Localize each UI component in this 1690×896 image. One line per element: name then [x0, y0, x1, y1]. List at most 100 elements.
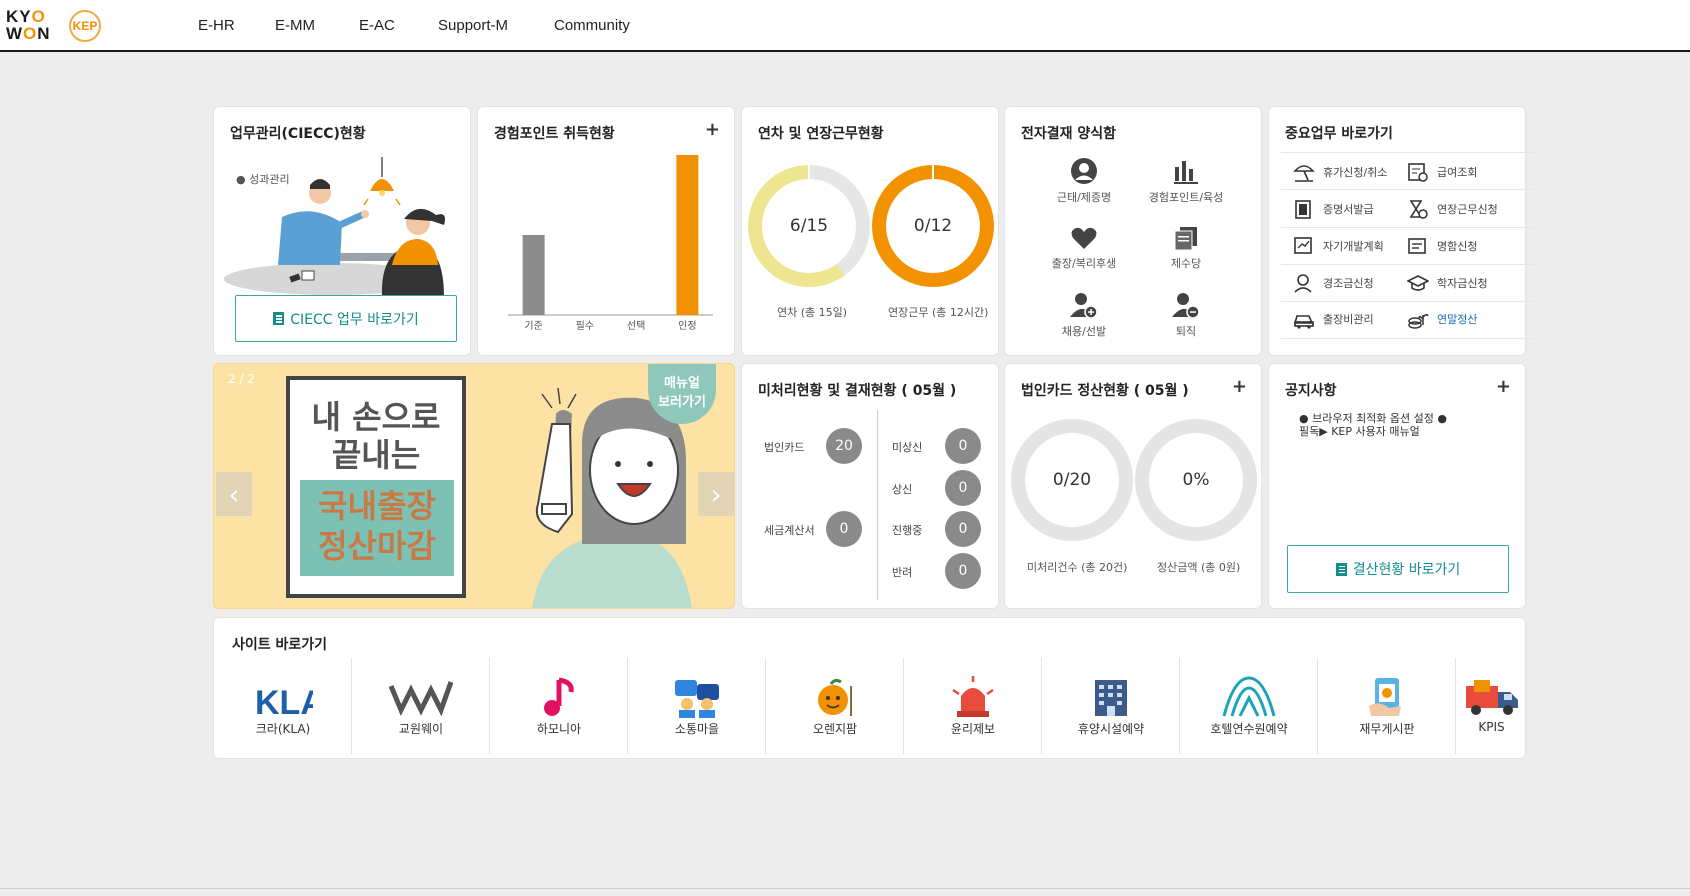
siren-icon	[952, 676, 994, 717]
quick-label: 학자금신청	[1437, 277, 1488, 290]
form-recruitment[interactable]: 채용/선발	[1029, 291, 1139, 339]
orange-mascot-icon	[818, 678, 852, 716]
finance-board-icon	[1369, 678, 1401, 716]
in-progress-count[interactable]: 0	[945, 511, 981, 547]
manual-badge[interactable]: 매뉴얼 보러가기	[648, 364, 716, 424]
unprocessed-count-label: 미처리건수 (총 20건)	[1027, 561, 1128, 574]
meeting-illustration	[224, 157, 445, 297]
site-kyowon-way[interactable]: 교원웨이	[352, 658, 490, 754]
quick-vacation-request[interactable]: 휴가신청/취소	[1293, 162, 1387, 182]
form-label: 경험포인트/육성	[1148, 191, 1224, 204]
logo-line-1: KYO	[6, 7, 46, 26]
site-label: 하모니아	[536, 722, 582, 736]
ciecc-shortcut-button[interactable]: CIECC 업무 바로가기	[235, 295, 457, 342]
experience-points-title: 경험포인트 취득현황	[494, 126, 615, 142]
payslip-icon	[1408, 163, 1428, 182]
not-submitted-count[interactable]: 0	[945, 428, 981, 464]
form-attendance-certificate[interactable]: 근태/제증명	[1029, 157, 1139, 205]
nav-e-hr[interactable]: E-HR	[198, 0, 235, 50]
corp-card-count[interactable]: 20	[826, 428, 862, 464]
notice-item[interactable]: 필독▶ KEP 사용자 매뉴얼	[1299, 423, 1420, 439]
quick-label: 휴가신청/취소	[1323, 166, 1388, 179]
form-label: 제수당	[1170, 257, 1202, 270]
site-finance-board[interactable]: 재무게시판	[1318, 658, 1456, 754]
chart-bar-0	[522, 235, 545, 315]
ciecc-button-label: CIECC 업무 바로가기	[290, 311, 419, 328]
quick-label: 자기개발계획	[1323, 240, 1384, 253]
overtime-donut[interactable]: 0/12	[872, 165, 994, 287]
nav-e-mm[interactable]: E-MM	[275, 0, 315, 50]
kep-logo[interactable]: KEP	[69, 10, 101, 42]
site-label: 교원웨이	[398, 722, 444, 736]
delivery-truck-icon	[1465, 680, 1518, 715]
quick-label: 경조금신청	[1323, 277, 1374, 290]
settlement-status-button[interactable]: 결산현황 바로가기	[1287, 545, 1509, 593]
experience-points-chart: 기준 필수 선택 인정	[508, 155, 713, 332]
banner-prev-button[interactable]: ‹	[216, 472, 252, 516]
quick-overtime-request[interactable]: 연장근무신청	[1407, 199, 1498, 219]
quick-label: 명함신청	[1437, 240, 1478, 253]
quick-travel-expense[interactable]: 출장비관리	[1293, 309, 1374, 329]
corp-card-settlement-card: 법인카드 정산현황 ( 05월 ) + 0/20 미처리건수 (총 20건) 0…	[1004, 363, 1262, 609]
form-allowances[interactable]: 제수당	[1131, 225, 1241, 271]
divider	[877, 410, 878, 600]
site-communication-village[interactable]: 소통마을	[628, 658, 766, 754]
corp-card-label: 법인카드	[764, 441, 805, 454]
site-label: 오렌지팜	[812, 722, 858, 736]
important-tasks-card: 중요업무 바로가기 휴가신청/취소 급여조회 증명서발급 연장근무신청 자기개발…	[1268, 106, 1535, 356]
quick-payroll-inquiry[interactable]: 급여조회	[1407, 162, 1477, 182]
submitted-count[interactable]: 0	[945, 470, 981, 506]
banner-counter: 2 / 2	[228, 372, 255, 386]
donut-separator	[808, 165, 810, 179]
unprocessed-count-donut[interactable]: 0/20	[1011, 419, 1133, 541]
form-business-trip-welfare[interactable]: 출장/복리후생	[1029, 225, 1139, 271]
banner-next-button[interactable]: ›	[698, 472, 734, 516]
quick-certificate-issue[interactable]: 증명서발급	[1293, 199, 1374, 219]
leave-overtime-card: 연차 및 연장근무현황 6/15 연차 (총 15일) 0/12 연장근무 (총…	[741, 106, 999, 356]
quick-tuition-request[interactable]: 학자금신청	[1407, 273, 1488, 293]
unprocessed-count-value: 0/20	[1025, 433, 1119, 527]
site-resort-reservation[interactable]: 휴양시설예약	[1042, 658, 1180, 754]
site-label: 윤리제보	[950, 722, 996, 736]
corp-card-more-button[interactable]: +	[1232, 376, 1247, 397]
site-harmonia[interactable]: 하모니아	[490, 658, 628, 754]
site-kpis[interactable]: KPIS	[1456, 658, 1527, 754]
site-hotel-training-reservation[interactable]: 호텔연수원예약	[1180, 658, 1318, 754]
site-ethics-report[interactable]: 윤리제보	[904, 658, 1042, 754]
form-label: 채용/선발	[1061, 325, 1107, 338]
kyowon-logo[interactable]: KYO WON	[6, 8, 58, 46]
quick-condolence-request[interactable]: 경조금신청	[1293, 273, 1374, 293]
settlement-amount-donut[interactable]: 0%	[1135, 419, 1257, 541]
nav-support-m[interactable]: Support-M	[438, 0, 508, 50]
form-resignation[interactable]: 퇴직	[1131, 291, 1241, 339]
annual-leave-donut[interactable]: 6/15	[748, 165, 870, 287]
approval-forms-card: 전자결재 양식함 근태/제증명 경험포인트/육성 출장/복리후생 제수당 채용/…	[1004, 106, 1262, 356]
rejected-label: 반려	[892, 566, 913, 579]
heart-icon	[1071, 227, 1097, 249]
notice-more-button[interactable]: +	[1496, 376, 1511, 397]
tax-invoice-count[interactable]: 0	[826, 511, 862, 547]
form-label: 근태/제증명	[1056, 191, 1112, 204]
experience-points-more-button[interactable]: +	[705, 119, 720, 140]
nav-community[interactable]: Community	[554, 0, 630, 50]
site-kla[interactable]: KLA 크라(KLA)	[214, 658, 352, 754]
svg-text:KLA: KLA	[255, 684, 313, 718]
quick-year-end-settlement[interactable]: 연말정산	[1407, 309, 1477, 329]
notice-title: 공지사항	[1285, 383, 1337, 399]
notice-card: 공지사항 + ● 브라우저 최적화 옵션 설정 ● 필독▶ KEP 사용자 매뉴…	[1268, 363, 1526, 609]
quick-label: 증명서발급	[1323, 203, 1374, 216]
banner-highlight-box: 국내출장 정산마감	[300, 480, 454, 576]
site-label: 소통마을	[674, 722, 720, 736]
chart-category-label-1: 필수	[576, 320, 594, 332]
rejected-count[interactable]: 0	[945, 553, 981, 589]
quick-self-development-plan[interactable]: 자기개발계획	[1293, 236, 1384, 256]
form-experience-points[interactable]: 경험포인트/육성	[1131, 157, 1241, 205]
banner-line-4: 정산마감	[318, 527, 436, 565]
site-label: 호텔연수원예약	[1210, 722, 1288, 736]
quick-label: 연장근무신청	[1437, 203, 1498, 216]
nav-e-ac[interactable]: E-AC	[359, 0, 395, 50]
site-orange-farm[interactable]: 오렌지팜	[766, 658, 904, 754]
banner-carousel[interactable]: 2 / 2 내 손으로 끝내는 국내출장 정산마감 매뉴얼 보러가기 ‹ ›	[213, 363, 735, 609]
quick-business-card-request[interactable]: 명함신청	[1407, 236, 1477, 256]
in-progress-label: 진행중	[892, 524, 923, 537]
